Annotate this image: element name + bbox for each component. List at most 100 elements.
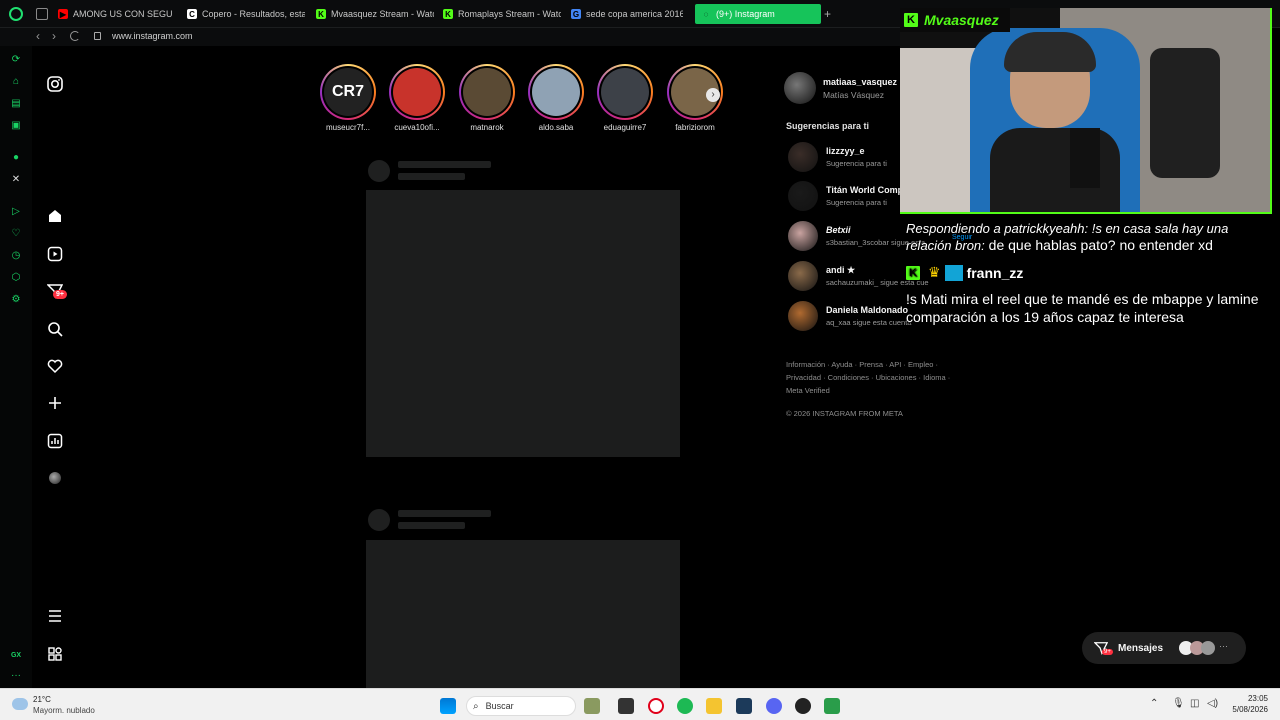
suggestion-avatar[interactable] xyxy=(788,181,818,211)
streamer-hair-image xyxy=(1004,32,1096,72)
story-item[interactable]: matnarok xyxy=(457,64,517,132)
also-from-meta-icon[interactable] xyxy=(45,644,65,664)
story-avatar xyxy=(393,68,441,116)
url-field[interactable]: www.instagram.com xyxy=(112,31,193,41)
chat-message-1: Respondiendo a patrickkyeahh: !s en casa… xyxy=(906,220,1266,254)
discord-icon[interactable] xyxy=(766,698,782,714)
microphone-icon[interactable]: 🎙 xyxy=(1172,698,1185,709)
messenger-icon[interactable]: ▣ xyxy=(10,120,22,132)
more-dots-icon[interactable]: ··· xyxy=(10,670,22,682)
lock-icon[interactable] xyxy=(94,32,101,40)
create-plus-icon[interactable] xyxy=(45,393,65,413)
gx-cleaner-icon[interactable]: ⌂ xyxy=(10,76,22,88)
reels-icon[interactable] xyxy=(45,244,65,264)
instagram-logo-icon[interactable] xyxy=(45,74,65,94)
story-item[interactable]: aldo.saba xyxy=(526,64,586,132)
obs-icon[interactable] xyxy=(795,698,811,714)
stories-next-chevron-icon[interactable]: › xyxy=(706,88,720,102)
subscriber-badge-icon xyxy=(944,264,963,281)
footer-links[interactable]: Información · Ayuda · Prensa · API · Emp… xyxy=(786,360,938,369)
current-user-username[interactable]: matiaas_vasquez xyxy=(823,77,897,87)
app-icon[interactable] xyxy=(824,698,840,714)
opera-sidebar: ⟳ ⌂ ▤ ▣ ● ✕ ▷ ♡ ◷ ⬡ ⚙ GX ··· xyxy=(0,46,32,688)
weather-temp[interactable]: 21°C xyxy=(33,695,51,704)
browser-tab-label: Mvaasquez Stream - Watc xyxy=(331,9,434,19)
suggestion-subtitle: Sugerencia para ti xyxy=(826,159,887,168)
footer-links[interactable]: Privacidad · Condiciones · Ubicaciones ·… xyxy=(786,373,950,382)
forward-icon[interactable]: › xyxy=(52,29,56,43)
tray-chevron-icon[interactable]: ⌃ xyxy=(1150,698,1158,709)
streamer-name-label: K Mvaasquez xyxy=(900,8,1010,32)
messages-pill[interactable]: 9+ Mensajes ··· xyxy=(1082,632,1246,664)
story-username: eduaguirre7 xyxy=(603,123,647,132)
volume-icon[interactable]: ◁) xyxy=(1207,698,1218,709)
loading-spinner-icon[interactable] xyxy=(70,31,80,41)
notifications-heart-icon[interactable] xyxy=(45,356,65,376)
suggestion-avatar[interactable] xyxy=(788,221,818,251)
browser-tab[interactable]: ▶ AMONG US CON SEGU xyxy=(58,4,176,24)
history-icon[interactable]: ◷ xyxy=(10,250,22,262)
messages-pill-badge: 9+ xyxy=(1102,649,1113,655)
suggestion-username[interactable]: lizzzyy_e xyxy=(826,146,865,156)
clock-date[interactable]: 5/08/2026 xyxy=(1226,705,1268,714)
browser-tab[interactable]: K Mvaasquez Stream - Watc xyxy=(316,4,434,24)
suggestion-username[interactable]: Betxii xyxy=(826,225,851,235)
app-icon[interactable] xyxy=(736,698,752,714)
weather-desc[interactable]: Mayorm. nublado xyxy=(33,706,95,715)
taskbar-widget-icon[interactable] xyxy=(584,698,600,714)
spotify-icon[interactable] xyxy=(677,698,693,714)
file-explorer-icon[interactable] xyxy=(706,698,722,714)
suggestion-avatar[interactable] xyxy=(788,301,818,331)
settings-gear-icon[interactable]: ⚙ xyxy=(10,294,22,306)
back-icon[interactable]: ‹ xyxy=(36,29,40,43)
story-item[interactable]: eduaguirre7 xyxy=(595,64,655,132)
whatsapp-icon[interactable]: ● xyxy=(10,152,22,164)
gx-badge-icon[interactable]: GX xyxy=(10,650,22,662)
story-item[interactable]: CR7 museucr7f... xyxy=(318,64,378,132)
story-ring xyxy=(389,64,445,120)
footer-links[interactable]: Meta Verified xyxy=(786,386,830,395)
windows-start-icon[interactable] xyxy=(440,698,456,714)
suggestion-username[interactable]: Titán World Comp xyxy=(826,185,903,195)
browser-tab-label: Copero - Resultados, esta xyxy=(202,9,305,19)
story-item[interactable]: cueva10ofi... xyxy=(387,64,447,132)
extensions-icon[interactable]: ⬡ xyxy=(10,272,22,284)
task-view-icon[interactable] xyxy=(618,698,634,714)
crown-badge-icon: ♛ xyxy=(928,264,941,280)
home-icon[interactable] xyxy=(45,206,65,226)
weather-cloud-icon[interactable] xyxy=(12,698,28,710)
story-ring xyxy=(597,64,653,120)
x-twitter-icon[interactable]: ✕ xyxy=(10,174,22,186)
player-icon[interactable]: ▷ xyxy=(10,206,22,218)
more-menu-icon[interactable] xyxy=(45,606,65,626)
browser-tab[interactable]: Gsede copa america 2016 - xyxy=(571,4,683,24)
post-skeleton-line xyxy=(398,522,465,529)
messages-badge: 9+ xyxy=(53,290,67,299)
browser-tab[interactable]: C Copero - Resultados, esta xyxy=(187,4,305,24)
tab-menu-icon[interactable] xyxy=(36,8,48,20)
opera-gx-logo-icon[interactable] xyxy=(9,7,23,21)
story-username: aldo.saba xyxy=(538,123,574,132)
current-user-avatar[interactable] xyxy=(784,72,816,104)
search-icon[interactable] xyxy=(45,319,65,339)
tab-favicon-icon: ▶ xyxy=(58,9,68,19)
network-icon[interactable]: ◫ xyxy=(1190,698,1199,709)
browser-tab[interactable]: K Romaplays Stream - Watch xyxy=(443,4,561,24)
suggestion-avatar[interactable] xyxy=(788,142,818,172)
favorites-heart-icon[interactable]: ♡ xyxy=(10,228,22,240)
gx-control-icon[interactable]: ⟳ xyxy=(10,54,22,66)
opera-gx-taskbar-icon[interactable] xyxy=(648,698,664,714)
profile-avatar[interactable] xyxy=(45,468,65,488)
clock-time[interactable]: 23:05 xyxy=(1232,694,1268,703)
new-tab-button[interactable]: + xyxy=(824,8,831,20)
gx-corner-icon[interactable]: ▤ xyxy=(10,98,22,110)
story-avatar: CR7 xyxy=(324,68,372,116)
kick-badge-icon: K xyxy=(906,265,920,280)
suggestion-username[interactable]: andi ★ xyxy=(826,265,855,276)
story-username: matnarok xyxy=(470,123,504,132)
dashboard-chart-icon[interactable] xyxy=(45,431,65,451)
suggestion-username[interactable]: Daniela Maldonado xyxy=(826,305,908,315)
browser-tab[interactable]: ◌ (9+) Instagram xyxy=(695,4,821,24)
taskbar-search-box[interactable]: ⌕ Buscar xyxy=(466,696,576,716)
suggestion-avatar[interactable] xyxy=(788,261,818,291)
